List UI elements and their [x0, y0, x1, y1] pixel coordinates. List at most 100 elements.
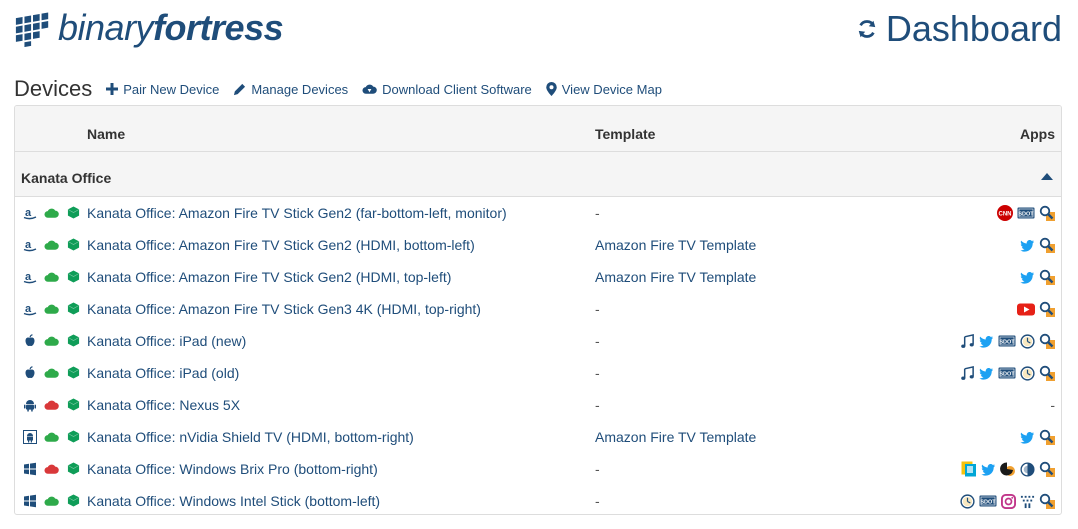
amazon-icon: a: [23, 238, 37, 252]
column-header-name[interactable]: Name: [87, 126, 125, 142]
table-row[interactable]: Kanata Office: iPad (new) - SDOT: [15, 325, 1061, 357]
svg-text:a: a: [25, 239, 32, 251]
sdot-app-icon[interactable]: SDOT: [998, 334, 1016, 353]
sdot-app-icon[interactable]: SDOT: [1017, 206, 1035, 225]
device-template: -: [595, 301, 600, 317]
svg-text:a: a: [25, 207, 32, 219]
cloud-status-icon: [44, 462, 59, 476]
device-apps: [1016, 237, 1055, 258]
clock-app-icon[interactable]: [1020, 333, 1035, 354]
device-name-link[interactable]: Kanata Office: Nexus 5X: [87, 397, 240, 413]
plus-icon: [106, 83, 119, 95]
collapse-caret-icon[interactable]: [1041, 173, 1053, 180]
twitter-app-icon[interactable]: [1020, 431, 1035, 449]
device-apps: [1013, 301, 1055, 322]
device-apps: SDOT: [956, 333, 1055, 354]
pair-new-device-button[interactable]: Pair New Device: [106, 82, 219, 97]
search-app-icon[interactable]: [1039, 429, 1055, 450]
brand-logo[interactable]: binaryfortress: [14, 7, 284, 48]
svg-text:a: a: [25, 303, 32, 315]
page-title: Dashboard: [885, 8, 1062, 49]
table-row[interactable]: Kanata Office: Windows Brix Pro (bottom-…: [15, 453, 1061, 485]
twitter-app-icon[interactable]: [979, 335, 994, 353]
dots-app-icon[interactable]: [1020, 494, 1035, 514]
table-row[interactable]: a Kanata Office: Amazon Fire TV Stick Gen…: [15, 293, 1061, 325]
twitter-app-icon[interactable]: [981, 463, 996, 481]
device-status-icon: [67, 430, 81, 444]
table-row[interactable]: a Kanata Office: Amazon Fire TV Stick Gen…: [15, 197, 1061, 229]
cloud-status-icon: [44, 430, 59, 444]
dashboard-header: Dashboard: [856, 8, 1062, 50]
search-app-icon[interactable]: [1039, 205, 1055, 226]
tiles-app-icon[interactable]: [961, 461, 977, 482]
cnn-app-icon[interactable]: CNN: [997, 205, 1013, 226]
group-header[interactable]: Kanata Office: [15, 152, 1061, 197]
twitter-app-icon[interactable]: [1020, 239, 1035, 257]
search-app-icon[interactable]: [1039, 237, 1055, 258]
manage-devices-button[interactable]: Manage Devices: [233, 82, 348, 97]
svg-text:CNN: CNN: [999, 212, 1012, 218]
table-row[interactable]: Kanata Office: Nexus 5X - -: [15, 389, 1061, 421]
search-app-icon[interactable]: [1039, 461, 1055, 482]
sdot-app-icon[interactable]: SDOT: [998, 366, 1016, 385]
refresh-icon[interactable]: [856, 18, 878, 40]
device-name-link[interactable]: Kanata Office: Windows Brix Pro (bottom-…: [87, 461, 378, 477]
device-apps: SDOT: [956, 493, 1055, 514]
search-app-icon[interactable]: [1039, 333, 1055, 354]
device-name-link[interactable]: Kanata Office: iPad (new): [87, 333, 246, 349]
column-header-template[interactable]: Template: [595, 126, 655, 142]
device-status-icon: [67, 334, 81, 348]
clock-app-icon[interactable]: [1020, 365, 1035, 386]
table-row[interactable]: a Kanata Office: Amazon Fire TV Stick Gen…: [15, 261, 1061, 293]
view-device-map-button[interactable]: View Device Map: [546, 82, 662, 97]
device-name-link[interactable]: Kanata Office: Amazon Fire TV Stick Gen2…: [87, 237, 475, 253]
svg-text:SDOT: SDOT: [980, 500, 996, 506]
windows-icon: [23, 494, 37, 508]
android-tv-icon: [23, 430, 37, 444]
search-app-icon[interactable]: [1039, 269, 1055, 290]
table-row[interactable]: Kanata Office: iPad (old) - SDOT: [15, 357, 1061, 389]
device-status-icon: [67, 398, 81, 412]
device-name-link[interactable]: Kanata Office: Amazon Fire TV Stick Gen2…: [87, 269, 451, 285]
music-app-icon[interactable]: [960, 333, 975, 354]
device-template[interactable]: Amazon Fire TV Template: [595, 237, 756, 253]
no-apps-text: -: [1050, 397, 1055, 413]
device-template: -: [595, 333, 600, 349]
device-apps: SDOT: [956, 365, 1055, 386]
device-name-link[interactable]: Kanata Office: iPad (old): [87, 365, 239, 381]
music-app-icon[interactable]: [960, 365, 975, 386]
table-row[interactable]: Kanata Office: Windows Intel Stick (bott…: [15, 485, 1061, 514]
youtube-app-icon[interactable]: [1017, 303, 1035, 321]
svg-text:SDOT: SDOT: [1018, 212, 1034, 218]
binary-fortress-logo-icon: [15, 12, 49, 47]
device-name-link[interactable]: Kanata Office: Windows Intel Stick (bott…: [87, 493, 380, 509]
device-template: -: [595, 397, 600, 413]
device-status-icon: [67, 462, 81, 476]
svg-text:a: a: [25, 271, 32, 283]
clock-app-icon[interactable]: [960, 493, 975, 514]
column-header-apps[interactable]: Apps: [1020, 126, 1055, 142]
search-app-icon[interactable]: [1039, 365, 1055, 386]
search-app-icon[interactable]: [1039, 493, 1055, 514]
device-name-link[interactable]: Kanata Office: nVidia Shield TV (HDMI, b…: [87, 429, 414, 445]
twitter-app-icon[interactable]: [979, 367, 994, 385]
device-template[interactable]: Amazon Fire TV Template: [595, 429, 756, 445]
twitter-app-icon[interactable]: [1020, 271, 1035, 289]
devices-table: Name Template Apps Kanata Office a Kanata…: [14, 105, 1062, 515]
cloud-status-icon: [44, 270, 59, 284]
device-name-link[interactable]: Kanata Office: Amazon Fire TV Stick Gen3…: [87, 301, 481, 317]
instagram-app-icon[interactable]: [1001, 493, 1016, 514]
pacman-app-icon[interactable]: [1000, 461, 1016, 482]
download-client-software-button[interactable]: Download Client Software: [362, 82, 532, 97]
group-label: Kanata Office: [21, 170, 112, 186]
pie-app-icon[interactable]: [1020, 461, 1035, 482]
device-template: -: [595, 493, 600, 509]
sdot-app-icon[interactable]: SDOT: [979, 494, 997, 513]
device-name-link[interactable]: Kanata Office: Amazon Fire TV Stick Gen2…: [87, 205, 507, 221]
search-app-icon[interactable]: [1039, 301, 1055, 322]
table-row[interactable]: Kanata Office: nVidia Shield TV (HDMI, b…: [15, 421, 1061, 453]
svg-text:SDOT: SDOT: [999, 372, 1015, 378]
amazon-icon: a: [23, 270, 37, 284]
device-template[interactable]: Amazon Fire TV Template: [595, 269, 756, 285]
table-row[interactable]: a Kanata Office: Amazon Fire TV Stick Gen…: [15, 229, 1061, 261]
